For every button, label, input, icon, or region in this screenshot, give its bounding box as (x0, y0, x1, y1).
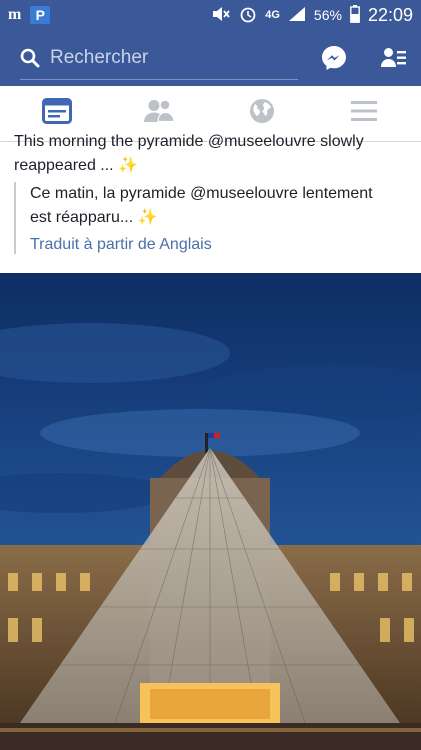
post-text-line-2: reappeared ... ✨ (14, 157, 138, 174)
translated-block: Ce matin, la pyramide @museelouvre lente… (14, 182, 409, 254)
globe-icon (249, 98, 275, 129)
p-app-icon: P (30, 6, 51, 24)
battery-icon (350, 4, 360, 26)
search-icon (20, 48, 40, 68)
status-bar: m P 4G 56% 22:09 (0, 0, 421, 30)
sparkles-emoji: ✨ (118, 157, 138, 174)
battery-percent: 56% (313, 7, 342, 23)
post-text-line-1: This morning the pyramide @museelouvre s… (14, 133, 364, 150)
search-bar[interactable] (20, 36, 298, 80)
search-input[interactable] (50, 46, 280, 69)
clock: 22:09 (367, 4, 413, 25)
signal-icon (288, 6, 306, 25)
mute-icon (211, 6, 231, 25)
post-original-text: This morning the pyramide @museelouvre s… (14, 130, 414, 178)
translated-line-1: Ce matin, la pyramide @museelouvre lente… (30, 185, 373, 202)
friends-icon (143, 99, 175, 128)
network-type: 4G (265, 9, 280, 21)
news-feed-icon (42, 98, 73, 129)
alarm-icon (239, 5, 257, 26)
translation-source-link[interactable]: Traduit à partir de Anglais (30, 236, 409, 254)
friend-requests-icon[interactable] (381, 47, 407, 69)
sparkles-emoji: ✨ (137, 209, 158, 226)
translated-line-2: est réapparu... ✨ (30, 209, 158, 226)
m-app-icon: m (8, 6, 21, 23)
post-photo[interactable] (0, 273, 421, 750)
search-header (0, 30, 421, 86)
menu-icon (350, 100, 377, 127)
messenger-icon[interactable] (321, 45, 347, 71)
